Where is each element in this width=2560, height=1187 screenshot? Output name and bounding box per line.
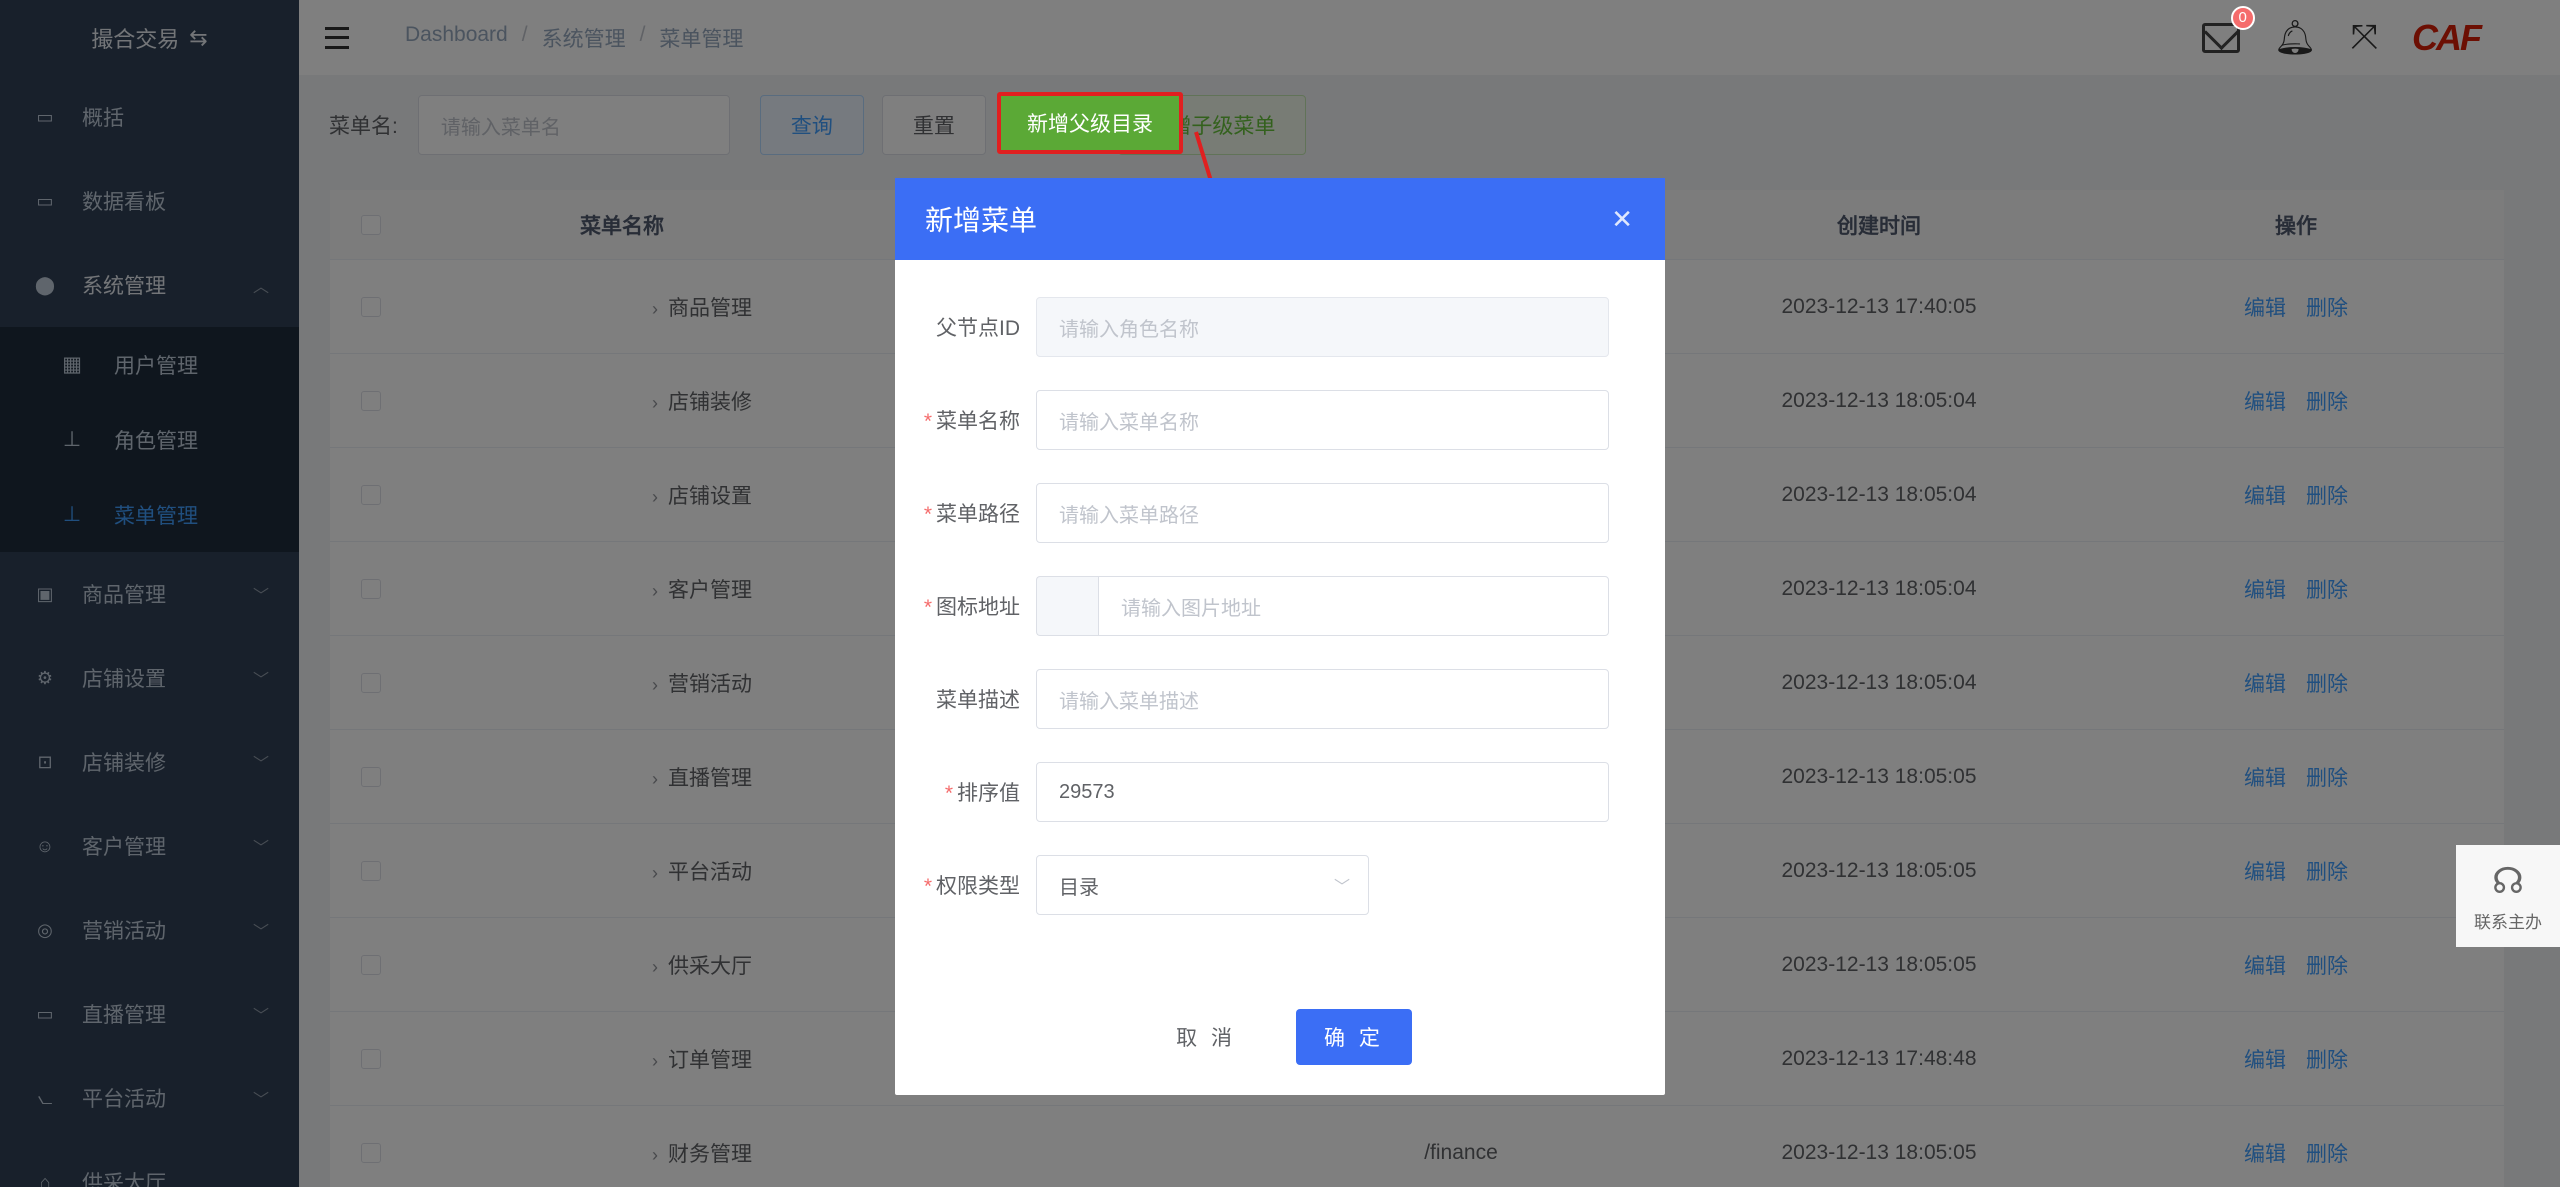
required-mark: *	[923, 410, 932, 433]
field-label: 父节点ID	[936, 317, 1020, 340]
field-label: 菜单描述	[936, 689, 1020, 712]
contact-label: 联系主办	[2474, 912, 2542, 932]
mail-badge: 0	[2230, 5, 2255, 30]
add-parent-button-highlighted[interactable]: 新增父级目录	[997, 92, 1183, 154]
perm-type-value: 目录	[1059, 876, 1099, 899]
form-row-icon-url: * 图标地址 请输入图片地址	[895, 576, 1609, 636]
chevron-down-icon: ﹀	[1333, 879, 1350, 896]
icon-url-input[interactable]: 请输入图片地址	[1098, 576, 1609, 636]
contact-widget[interactable]: ☊ 联系主办	[2456, 845, 2560, 947]
dialog-title: 新增菜单	[925, 205, 1038, 236]
field-label: 菜单名称	[936, 410, 1020, 433]
close-icon[interactable]: ✕	[1611, 204, 1633, 235]
required-mark: *	[944, 782, 953, 805]
field-label: 菜单路径	[936, 503, 1020, 526]
headset-icon: ☊	[2492, 859, 2524, 901]
menu-name-input[interactable]: 请输入菜单名称	[1036, 390, 1609, 450]
parent-id-input[interactable]: 请输入角色名称	[1036, 297, 1609, 357]
required-mark: *	[923, 875, 932, 898]
dialog-header: 新增菜单 ✕	[895, 178, 1665, 260]
field-label: 排序值	[957, 782, 1020, 805]
required-mark: *	[923, 503, 932, 526]
form-row-perm-type: * 权限类型 目录 ﹀	[895, 855, 1369, 915]
dialog-footer: 取 消 确 定	[895, 1009, 1665, 1065]
sort-input[interactable]: 29573	[1036, 762, 1609, 822]
field-label: 权限类型	[936, 875, 1020, 898]
add-menu-dialog: 新增菜单 ✕ 父节点ID 请输入角色名称 * 菜单名称 请输入菜单名称 * 菜单路径…	[895, 178, 1665, 1095]
field-label: 图标地址	[936, 596, 1020, 619]
icon-preview	[1036, 576, 1098, 636]
menu-path-input[interactable]: 请输入菜单路径	[1036, 483, 1609, 543]
form-row-sort: * 排序值 29573	[895, 762, 1609, 822]
form-row-parent-id: 父节点ID 请输入角色名称	[895, 297, 1609, 357]
form-row-menu-name: * 菜单名称 请输入菜单名称	[895, 390, 1609, 450]
cancel-button[interactable]: 取 消	[1148, 1009, 1264, 1065]
menu-desc-input[interactable]: 请输入菜单描述	[1036, 669, 1609, 729]
form-row-menu-desc: 菜单描述 请输入菜单描述	[895, 669, 1609, 729]
required-mark: *	[923, 596, 932, 619]
confirm-button[interactable]: 确 定	[1296, 1009, 1412, 1065]
perm-type-select[interactable]: 目录 ﹀	[1036, 855, 1369, 915]
form-row-menu-path: * 菜单路径 请输入菜单路径	[895, 483, 1609, 543]
